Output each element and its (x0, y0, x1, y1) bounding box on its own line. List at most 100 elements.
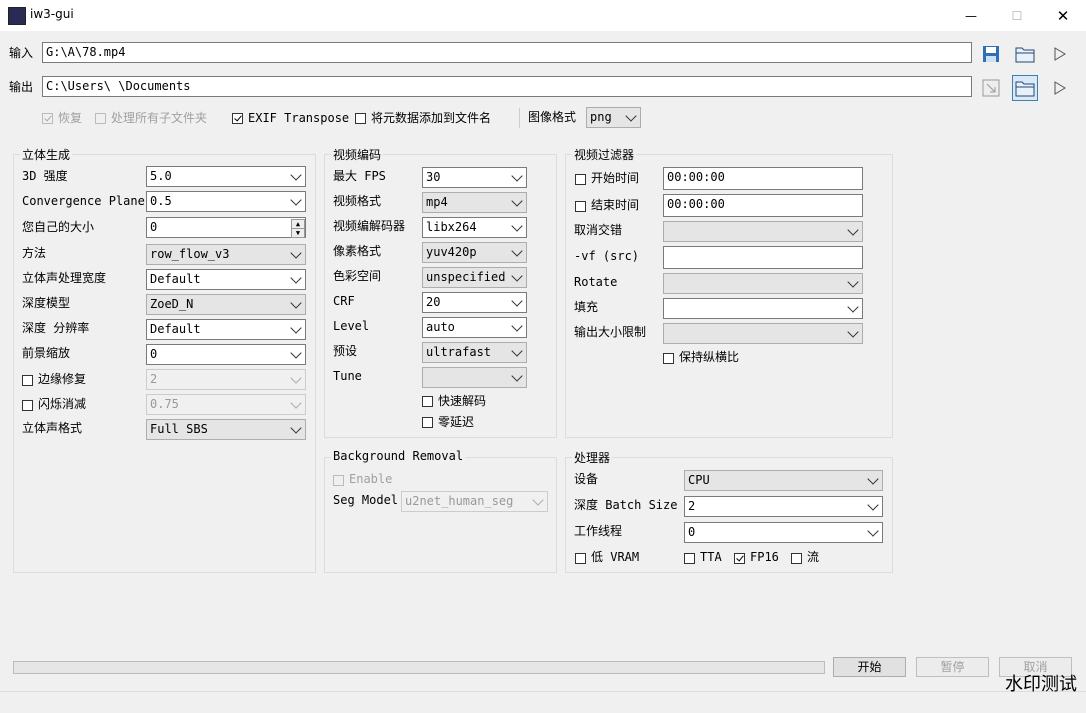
ipd-spinbox[interactable]: 0 (146, 217, 306, 238)
image-format-label: 图像格式 (528, 110, 577, 124)
pix-fmt-select[interactable]: yuv420p (422, 242, 527, 263)
device-label: 设备 (574, 472, 599, 486)
separator (519, 108, 520, 128)
play-output-icon[interactable] (1047, 75, 1073, 101)
deinterlace-select[interactable] (663, 221, 863, 242)
colorspace-select[interactable]: unspecified (422, 267, 527, 288)
input-label: 输入 (9, 46, 34, 60)
edge-fix-checkbox[interactable] (22, 373, 33, 387)
colorspace-label: 色彩空间 (333, 269, 382, 283)
close-button[interactable]: ✕ (1040, 0, 1086, 31)
level-label: Level (333, 319, 370, 333)
image-format-select[interactable]: png (586, 107, 641, 128)
maximize-button[interactable]: ☐ (994, 0, 1040, 31)
ipd-label: 您自己的大小 (22, 220, 95, 234)
status-divider (0, 691, 1086, 692)
start-time-field[interactable]: 00:00:00 (663, 167, 863, 190)
start-time-checkbox[interactable] (575, 172, 586, 186)
flicker-label: 闪烁消减 (38, 397, 87, 411)
open-output-icon[interactable] (978, 75, 1004, 101)
spin-down-icon[interactable]: ▼ (291, 228, 305, 238)
depth-res-select[interactable]: Default (146, 319, 306, 340)
fg-scale-label: 前景缩放 (22, 346, 71, 360)
rotate-label: Rotate (574, 275, 618, 289)
folder-open-icon[interactable] (1012, 41, 1038, 67)
seg-model-select[interactable]: u2net_human_seg (401, 491, 548, 512)
depth-res-label: 深度 分辨率 (22, 321, 90, 335)
stream-checkbox[interactable] (791, 551, 802, 565)
metadata-label: 将元数据添加到文件名 (371, 111, 492, 125)
resume-label: 恢复 (58, 111, 83, 125)
stereo-width-select[interactable]: Default (146, 269, 306, 290)
recursive-label: 处理所有子文件夹 (111, 111, 208, 125)
method-select[interactable]: row_flow_v3 (146, 244, 306, 265)
app-icon (8, 7, 26, 25)
metadata-checkbox[interactable] (355, 111, 366, 125)
stereo-width-label: 立体声处理宽度 (22, 271, 107, 285)
play-icon[interactable] (1047, 41, 1073, 67)
video-format-label: 视频格式 (333, 194, 382, 208)
preset-select[interactable]: ultrafast (422, 342, 527, 363)
pause-button[interactable]: 暂停 (916, 657, 989, 677)
level-select[interactable]: auto (422, 317, 527, 338)
depth-model-label: 深度模型 (22, 296, 71, 310)
exif-checkbox[interactable] (232, 111, 243, 125)
crf-select[interactable]: 20 (422, 292, 527, 313)
start-time-label: 开始时间 (591, 171, 640, 185)
depth-model-select[interactable]: ZoeD_N (146, 294, 306, 315)
save-icon[interactable] (978, 41, 1004, 67)
end-time-field[interactable]: 00:00:00 (663, 194, 863, 217)
flicker-select[interactable]: 0.75 (146, 394, 306, 415)
edge-fix-label: 边缘修复 (38, 372, 87, 386)
rotate-select[interactable] (663, 273, 863, 294)
format-select[interactable]: Full SBS (146, 419, 306, 440)
output-path-field[interactable]: C:\Users\ \Documents (42, 76, 972, 97)
minimize-button[interactable]: — (948, 0, 994, 31)
fast-decode-checkbox[interactable] (422, 394, 433, 408)
strength-select[interactable]: 5.0 (146, 166, 306, 187)
tta-label: TTA (700, 550, 722, 564)
codec-label: 视频编解码器 (333, 219, 406, 233)
max-fps-select[interactable]: 30 (422, 167, 527, 188)
progress-bar (13, 661, 825, 674)
batch-size-select[interactable]: 2 (684, 496, 883, 517)
batch-size-label: 深度 Batch Size (574, 498, 678, 512)
zero-latency-checkbox[interactable] (422, 415, 433, 429)
processor-group-title: 处理器 (572, 449, 613, 466)
edge-fix-select[interactable]: 2 (146, 369, 306, 390)
title-bar (0, 0, 1086, 31)
fp16-label: FP16 (750, 550, 779, 564)
input-path-field[interactable]: G:\A\78.mp4 (42, 42, 972, 63)
fg-scale-select[interactable]: 0 (146, 344, 306, 365)
vf-label: -vf (src) (574, 249, 640, 263)
resume-checkbox[interactable] (42, 111, 53, 125)
bg-enable-checkbox[interactable] (333, 473, 344, 487)
device-select[interactable]: CPU (684, 470, 883, 491)
stream-label: 流 (807, 550, 820, 564)
max-size-select[interactable] (663, 323, 863, 344)
tune-select[interactable] (422, 367, 527, 388)
folder-open-output-icon[interactable] (1012, 75, 1038, 101)
pad-select[interactable] (663, 298, 863, 319)
zero-latency-label: 零延迟 (438, 415, 475, 429)
vf-field[interactable] (663, 246, 863, 269)
video-format-select[interactable]: mp4 (422, 192, 527, 213)
pad-label: 填充 (574, 300, 599, 314)
end-time-checkbox[interactable] (575, 199, 586, 213)
start-button[interactable]: 开始 (833, 657, 906, 677)
recursive-checkbox[interactable] (95, 111, 106, 125)
output-label: 输出 (9, 80, 34, 94)
fp16-checkbox[interactable] (734, 551, 745, 565)
tta-checkbox[interactable] (684, 551, 695, 565)
flicker-checkbox[interactable] (22, 398, 33, 412)
low-vram-checkbox[interactable] (575, 551, 586, 565)
keep-aspect-checkbox[interactable] (663, 351, 674, 365)
workers-select[interactable]: 0 (684, 522, 883, 543)
max-size-label: 输出大小限制 (574, 325, 647, 339)
filter-group-title: 视频过滤器 (572, 146, 637, 163)
window-title: iw3-gui (30, 7, 74, 21)
codec-select[interactable]: libx264 (422, 217, 527, 238)
convergence-select[interactable]: 0.5 (146, 191, 306, 212)
deinterlace-label: 取消交错 (574, 223, 623, 237)
pix-fmt-label: 像素格式 (333, 244, 382, 258)
